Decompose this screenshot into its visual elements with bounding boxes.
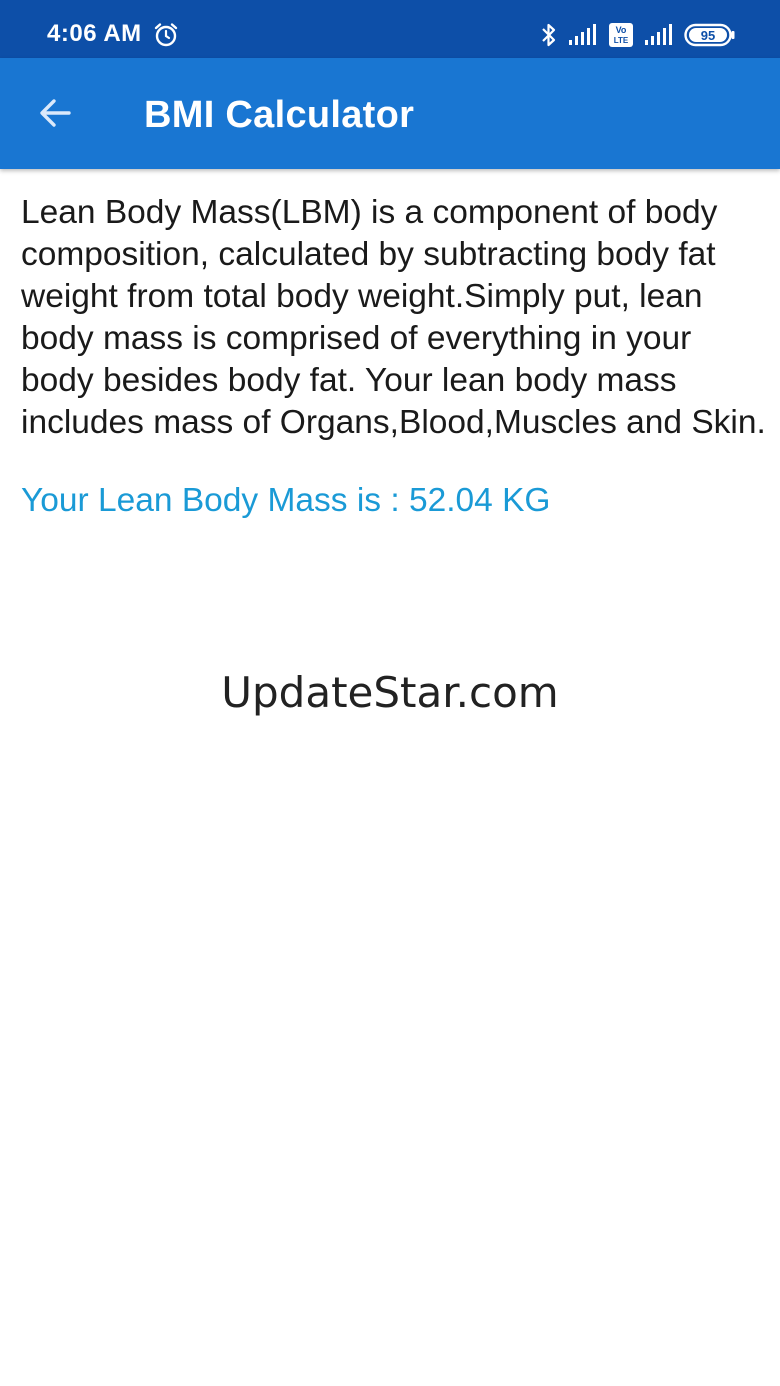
volte-icon: Vo LTE xyxy=(609,23,633,47)
app-bar: BMI Calculator xyxy=(0,58,780,169)
status-bar: 4:06 AM Vo LTE 95 xyxy=(0,0,780,58)
signal-icon xyxy=(645,24,672,45)
lbm-result: Your Lean Body Mass is : 52.04 KG xyxy=(21,482,551,519)
svg-text:95: 95 xyxy=(701,28,715,43)
back-button[interactable] xyxy=(22,80,88,146)
svg-text:LTE: LTE xyxy=(614,36,629,45)
status-icons: Vo LTE 95 xyxy=(540,20,736,50)
svg-text:Vo: Vo xyxy=(616,25,627,35)
content: Lean Body Mass(LBM) is a component of bo… xyxy=(21,192,766,522)
signal-icon xyxy=(569,24,596,45)
alarm-icon xyxy=(154,23,178,47)
watermark: UpdateStar.com xyxy=(221,668,559,717)
status-time: 4:06 AM xyxy=(47,20,142,47)
arrow-left-icon xyxy=(40,99,71,127)
bluetooth-icon xyxy=(542,23,556,47)
lbm-description: Lean Body Mass(LBM) is a component of bo… xyxy=(21,194,766,441)
page-title: BMI Calculator xyxy=(144,94,415,136)
battery-icon: 95 xyxy=(684,23,735,47)
